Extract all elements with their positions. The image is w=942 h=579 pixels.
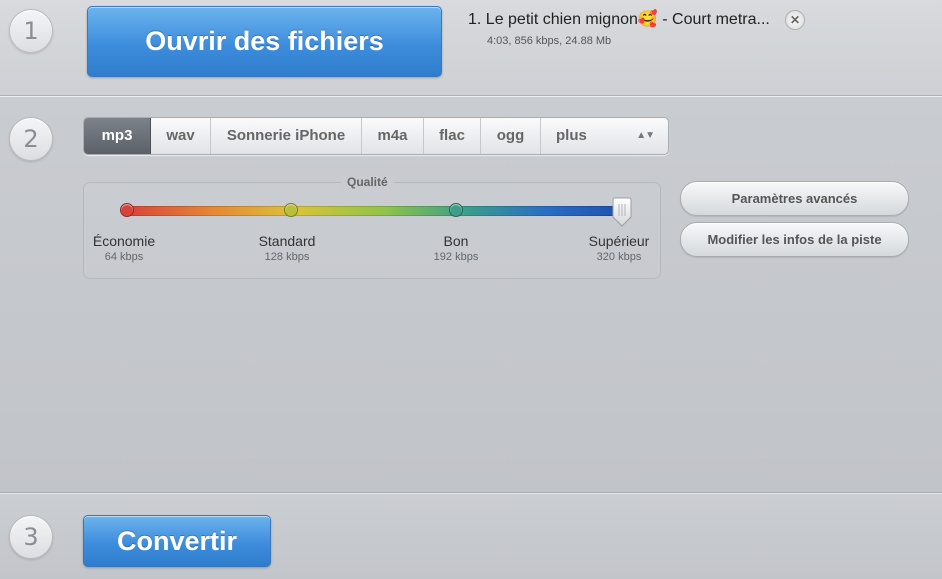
format-section: 2 mp3 wav Sonnerie iPhone m4a flac ogg p… [0,97,942,494]
tab-ogg[interactable]: ogg [481,118,541,154]
stop-economie[interactable] [120,203,134,217]
file-meta: 4:03, 856 kbps, 24.88 Mb [487,35,612,47]
open-files-section: 1 Ouvrir des fichiers 1. Le petit chien … [0,0,942,97]
advanced-settings-button[interactable]: Paramètres avancés [680,181,909,216]
step-number-2: 2 [9,117,53,161]
quality-slider-track[interactable] [125,206,627,216]
edit-track-info-button[interactable]: Modifier les infos de la piste [680,222,909,257]
format-tabs: mp3 wav Sonnerie iPhone m4a flac ogg plu… [83,117,669,155]
level-standard: Standard 128 kbps [242,233,332,263]
open-files-button[interactable]: Ouvrir des fichiers [87,6,442,77]
level-bitrate: 64 kbps [104,251,144,263]
tab-wav[interactable]: wav [151,118,211,154]
file-name: 1. Le petit chien mignon🥰 - Court metra.… [468,11,770,28]
quality-slider-handle[interactable] [612,197,632,227]
level-economie: Économie 64 kbps [79,233,169,263]
file-list-item: 1. Le petit chien mignon🥰 - Court metra.… [468,9,808,49]
convert-button[interactable]: Convertir [83,515,271,567]
level-name: Économie [92,233,156,249]
stop-standard[interactable] [284,203,298,217]
tab-flac[interactable]: flac [424,118,481,154]
quality-panel: Qualité Économie 64 kbps Standard 128 kb… [83,175,664,279]
sort-arrows-icon: ▲▼ [636,130,655,141]
level-bon: Bon 192 kbps [411,233,501,263]
tab-sonnerie-iphone[interactable]: Sonnerie iPhone [211,118,362,154]
tab-m4a[interactable]: m4a [362,118,424,154]
stop-bon[interactable] [449,203,463,217]
level-name: Bon [443,233,469,249]
step-number-3: 3 [9,515,53,559]
step-number-1: 1 [9,9,53,53]
close-icon[interactable]: ✕ [785,10,805,30]
tab-plus-label: plus [556,127,587,144]
level-bitrate: 320 kbps [596,251,642,263]
tab-plus[interactable]: plus ▲▼ [541,118,668,154]
level-name: Supérieur [588,233,650,249]
convert-section: 3 Convertir [0,494,942,579]
level-bitrate: 192 kbps [433,251,479,263]
quality-title: Qualité [341,175,394,189]
tab-mp3[interactable]: mp3 [84,118,151,154]
level-bitrate: 128 kbps [264,251,310,263]
level-superieur: Supérieur 320 kbps [574,233,664,263]
level-name: Standard [258,233,316,249]
